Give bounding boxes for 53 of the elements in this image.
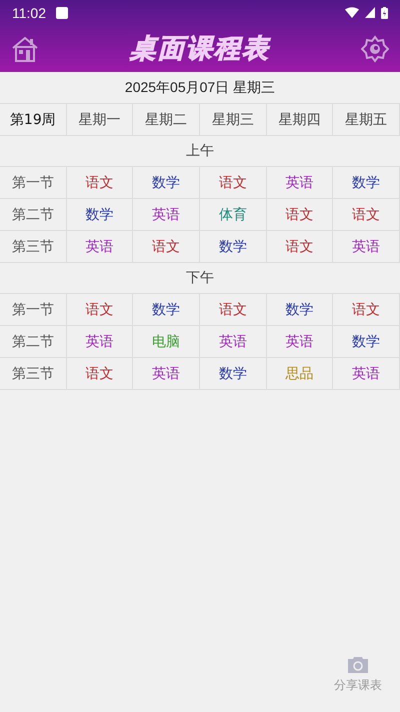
course-cell[interactable]: 语文 <box>66 167 134 199</box>
course-cell[interactable]: 语文 <box>66 358 134 390</box>
column-header: 星期五 <box>333 104 400 136</box>
course-cell[interactable]: 英语 <box>200 326 267 358</box>
status-time: 11:02 <box>12 4 46 20</box>
course-cell[interactable]: 英语 <box>66 231 134 263</box>
course-cell[interactable]: 数学 <box>266 294 334 326</box>
course-cell[interactable]: 数学 <box>200 358 267 390</box>
course-cell[interactable]: 英语 <box>266 167 334 199</box>
course-cell[interactable]: 思品 <box>266 358 334 390</box>
signal-icon <box>365 7 375 18</box>
course-cell[interactable]: 数学 <box>66 199 134 231</box>
section-title: 下午 <box>185 269 215 288</box>
column-header: 星期三 <box>200 104 267 136</box>
course-cell[interactable]: 语文 <box>266 231 334 263</box>
period-label: 第一节 <box>0 294 67 326</box>
course-cell[interactable]: 语文 <box>200 167 267 199</box>
wifi-icon <box>345 7 359 18</box>
settings-button[interactable] <box>360 34 390 64</box>
course-cell[interactable]: 体育 <box>200 199 267 231</box>
section-title: 上午 <box>185 142 215 161</box>
course-cell[interactable]: 语文 <box>66 294 134 326</box>
course-cell[interactable]: 语文 <box>200 294 267 326</box>
course-cell[interactable]: 数学 <box>333 167 400 199</box>
column-header: 星期二 <box>133 104 200 136</box>
column-header: 第19周 <box>0 104 67 136</box>
notification-icon <box>56 6 68 18</box>
column-header: 星期一 <box>66 104 134 136</box>
course-cell[interactable]: 英语 <box>133 199 200 231</box>
course-cell[interactable]: 语文 <box>333 294 400 326</box>
course-cell[interactable]: 语文 <box>133 231 200 263</box>
course-cell[interactable]: 英语 <box>333 358 400 390</box>
battery-icon <box>381 6 388 18</box>
period-label: 第一节 <box>0 167 67 199</box>
camera-icon <box>348 657 368 673</box>
app-title: 桌面课程表 <box>130 33 270 66</box>
column-header: 星期四 <box>266 104 334 136</box>
course-cell[interactable]: 语文 <box>266 199 334 231</box>
course-cell[interactable]: 英语 <box>333 231 400 263</box>
period-label: 第三节 <box>0 231 67 263</box>
period-label: 第二节 <box>0 326 67 358</box>
course-cell[interactable]: 数学 <box>333 326 400 358</box>
course-cell[interactable]: 语文 <box>333 199 400 231</box>
course-cell[interactable]: 数学 <box>200 231 267 263</box>
period-label: 第三节 <box>0 358 67 390</box>
course-cell[interactable]: 电脑 <box>133 326 200 358</box>
course-cell[interactable]: 数学 <box>133 167 200 199</box>
course-cell[interactable]: 英语 <box>66 326 134 358</box>
date-label: 2025年05月07日 星期三 <box>124 78 276 96</box>
course-cell[interactable]: 英语 <box>133 358 200 390</box>
course-cell[interactable]: 数学 <box>133 294 200 326</box>
course-cell[interactable]: 英语 <box>266 326 334 358</box>
period-label: 第二节 <box>0 199 67 231</box>
